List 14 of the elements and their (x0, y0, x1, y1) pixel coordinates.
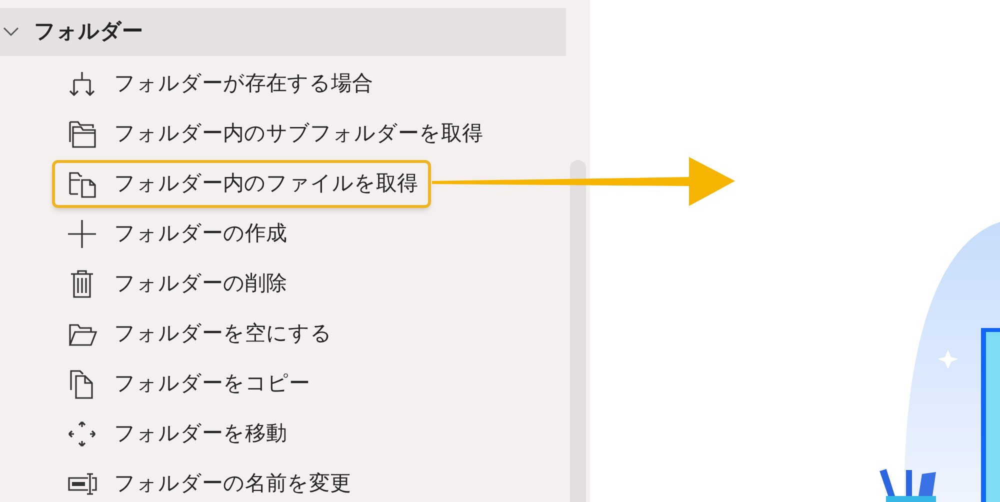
scrollbar[interactable] (570, 160, 586, 502)
action-item[interactable]: フォルダーが存在する場合 (52, 60, 386, 108)
section-title: フォルダー (34, 18, 143, 46)
folders-icon (66, 118, 98, 150)
action-item[interactable]: フォルダーの削除 (52, 260, 300, 308)
action-item[interactable]: フォルダーを空にする (52, 310, 345, 358)
action-item[interactable]: フォルダー内のサブフォルダーを取得 (52, 110, 496, 158)
action-item[interactable]: フォルダーをコピー (52, 360, 323, 408)
action-item[interactable]: フォルダーの作成 (52, 210, 300, 258)
action-item[interactable]: フォルダーの名前を変更 (52, 460, 364, 502)
action-item[interactable]: フォルダー内のファイルを取得 (52, 160, 431, 208)
action-item[interactable]: フォルダーを移動 (52, 410, 300, 458)
plus-icon (66, 218, 98, 250)
section-header[interactable]: フォルダー (0, 8, 566, 56)
